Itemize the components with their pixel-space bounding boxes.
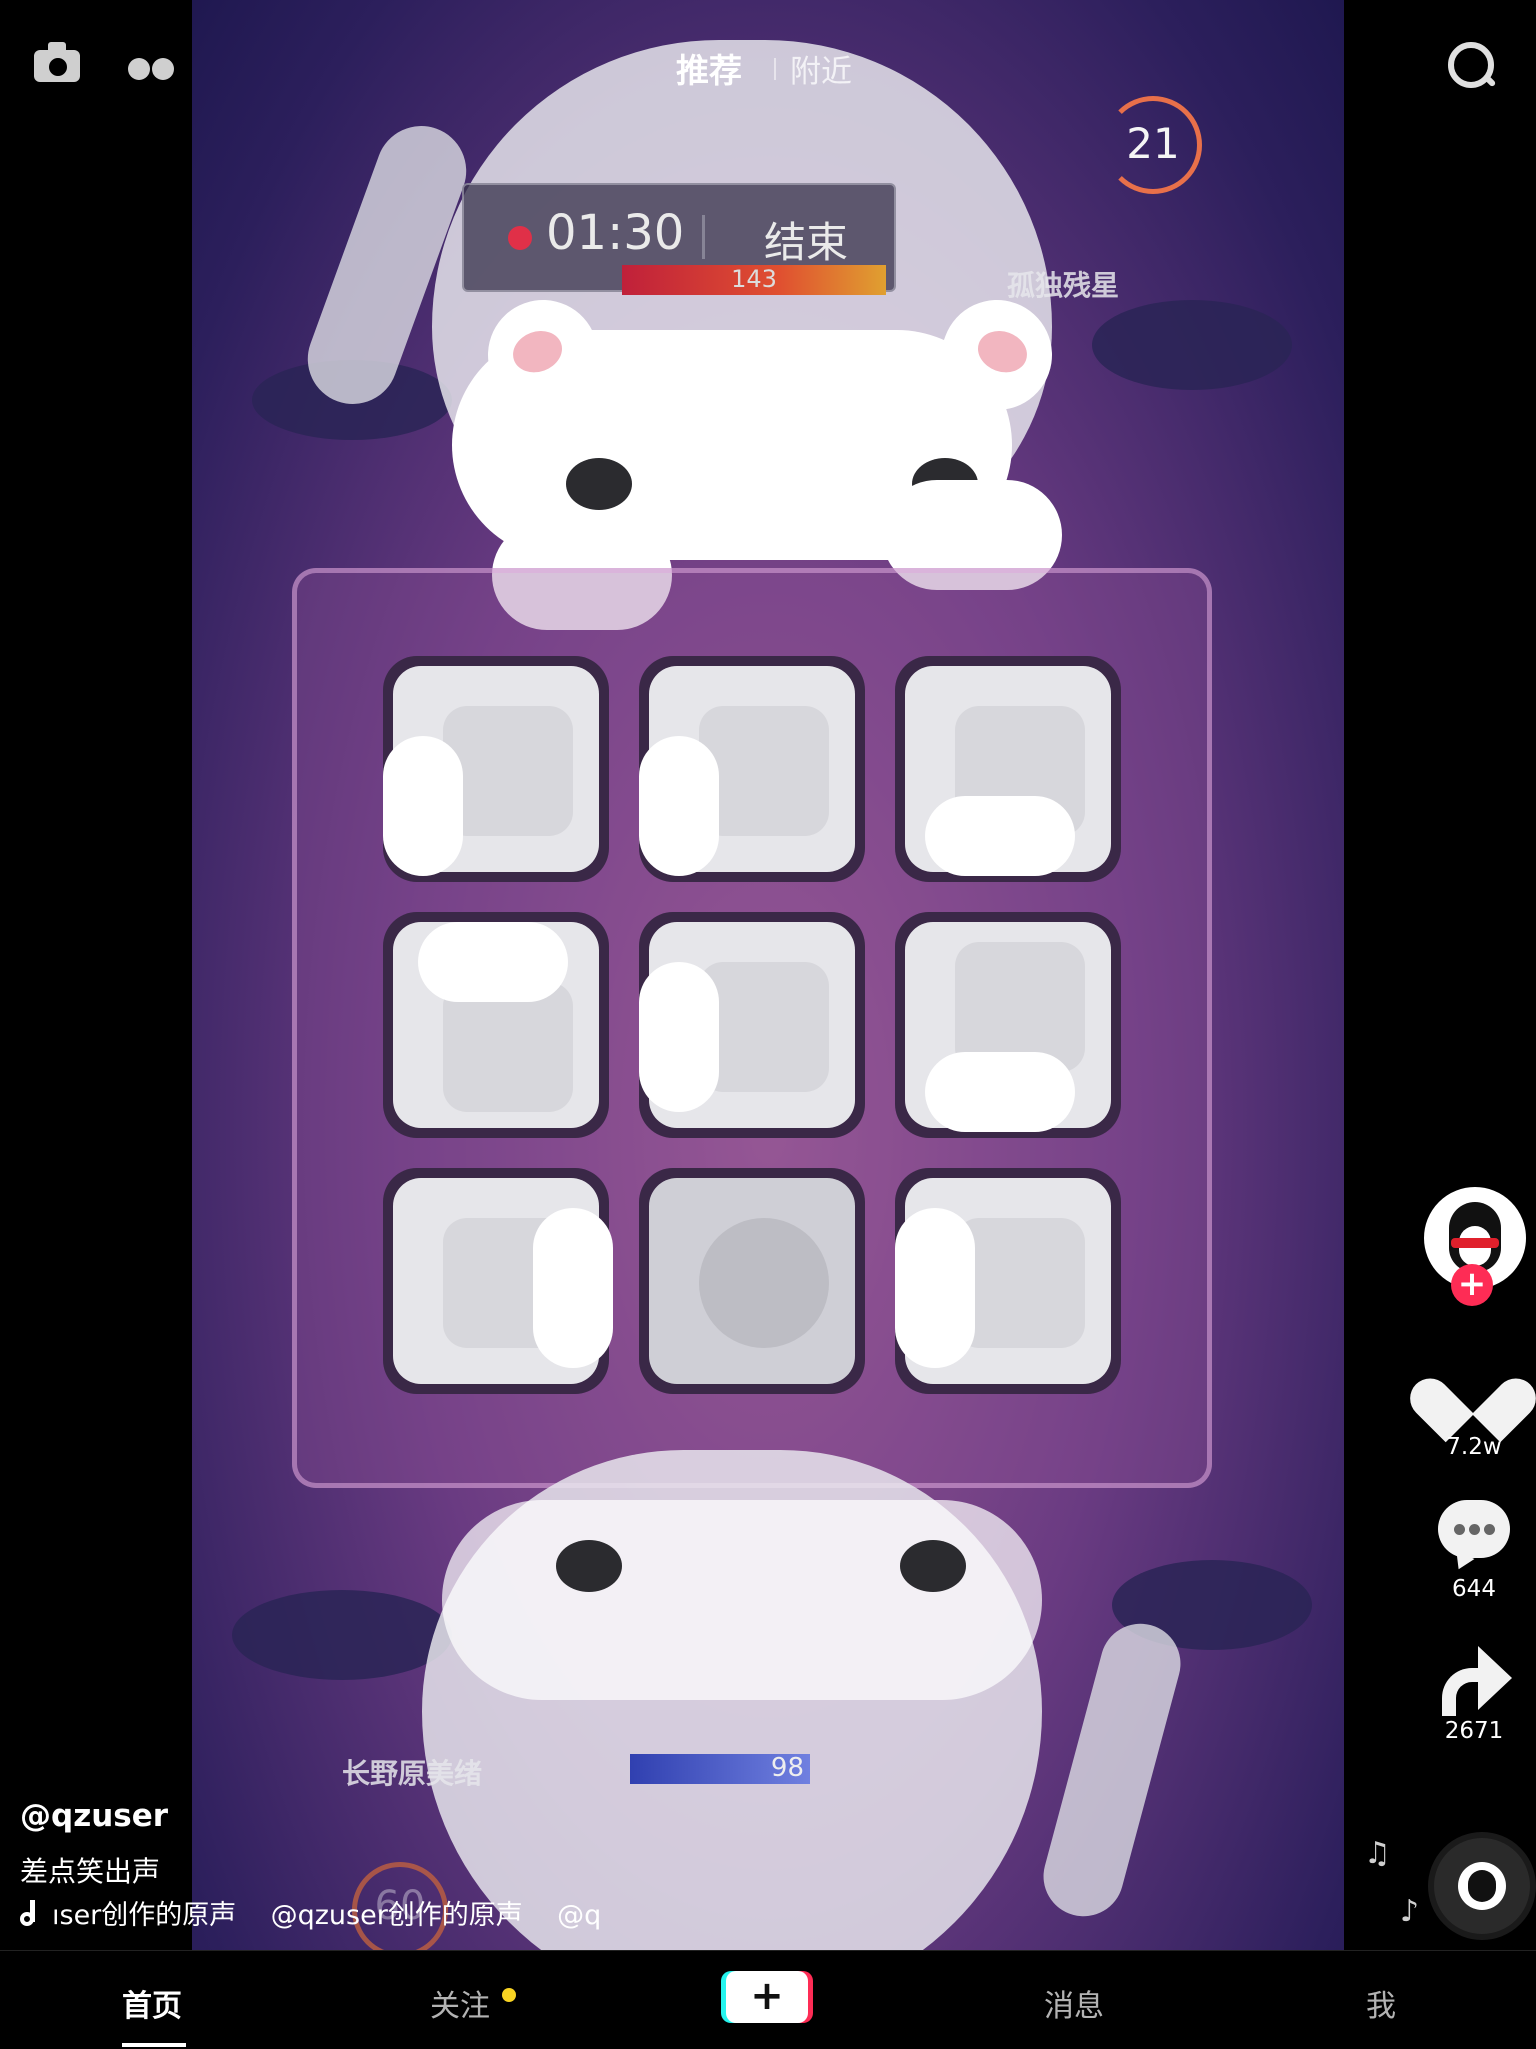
bottom-player-name: 长野原美绪 — [342, 1757, 483, 1790]
match-timer: 01:30 — [546, 205, 685, 261]
bottom-player-hp: 98 — [770, 1753, 804, 1783]
top-player-hp-bar: 143 — [622, 265, 886, 295]
board-tile[interactable] — [895, 656, 1121, 882]
board-tile-active[interactable] — [639, 1168, 865, 1394]
game-board — [292, 568, 1212, 1488]
music-note-icon: ♪ — [1400, 1894, 1420, 1929]
board-tile[interactable] — [895, 1168, 1121, 1394]
like-icon[interactable] — [1438, 1352, 1510, 1418]
music-marquee[interactable]: ıser创作的原声 @qzuser创作的原声 @q — [20, 1893, 620, 1933]
nav-me[interactable]: 我 — [1366, 1981, 1396, 2025]
share-icon[interactable] — [1442, 1646, 1512, 1716]
nav-follow[interactable]: 关注 — [430, 1981, 490, 2025]
nav-home[interactable]: 首页 — [122, 1981, 182, 2025]
follow-button[interactable]: + — [1451, 1264, 1493, 1306]
cloud-decoration — [232, 1590, 452, 1680]
create-button[interactable]: + — [726, 1971, 808, 2023]
board-tile[interactable] — [383, 912, 609, 1138]
board-tile[interactable] — [383, 656, 609, 882]
level-ring: 21 — [1104, 96, 1202, 194]
notification-dot — [502, 1988, 516, 2002]
like-count: 7.2w — [1446, 1434, 1502, 1460]
top-player-name: 孤独残星 — [1007, 269, 1120, 302]
level-number: 21 — [1126, 119, 1180, 168]
bottom-cat-left-eye — [556, 1540, 622, 1592]
bottom-cat-face — [442, 1500, 1042, 1700]
board-tile[interactable] — [383, 1168, 613, 1394]
recording-dot-icon — [508, 226, 532, 250]
comment-icon[interactable] — [1438, 1500, 1510, 1558]
video-player[interactable]: 01:30 结束 143 孤独残星 21 长野原美绪 98 60 — [192, 0, 1344, 2048]
music-disc[interactable] — [1428, 1832, 1536, 1940]
top-tabs: 推荐 附近 — [0, 44, 1536, 92]
bottom-nav: 首页 关注 + 消息 我 — [0, 1950, 1536, 2049]
video-description: 差点笑出声 — [20, 1855, 161, 1888]
bottom-cat-right-eye — [900, 1540, 966, 1592]
nav-messages[interactable]: 消息 — [1044, 1981, 1104, 2025]
comment-count: 644 — [1452, 1576, 1496, 1602]
tab-recommend[interactable]: 推荐 — [676, 44, 742, 92]
cloud-decoration — [1092, 300, 1292, 390]
search-icon[interactable] — [1448, 42, 1494, 88]
music-title: ıser创作的原声 @qzuser创作的原声 @q — [52, 1900, 602, 1931]
board-tile[interactable] — [639, 656, 865, 882]
end-match-button[interactable]: 结束 — [764, 209, 848, 270]
author-username[interactable]: @qzuser — [20, 1798, 168, 1834]
board-tile[interactable] — [895, 912, 1121, 1138]
top-player-hp: 143 — [731, 265, 777, 293]
board-tile[interactable] — [639, 912, 865, 1138]
tiktok-note-icon — [20, 1900, 42, 1926]
music-note-icon: ♫ — [1364, 1836, 1391, 1871]
nav-home-indicator — [122, 2043, 186, 2047]
share-count: 2671 — [1444, 1718, 1504, 1744]
tab-nearby[interactable]: 附近 — [790, 46, 852, 91]
bottom-cat-tail — [1034, 1614, 1190, 1926]
top-cat-left-eye — [566, 458, 632, 510]
bottom-player-hp-bar: 98 — [630, 1753, 810, 1784]
